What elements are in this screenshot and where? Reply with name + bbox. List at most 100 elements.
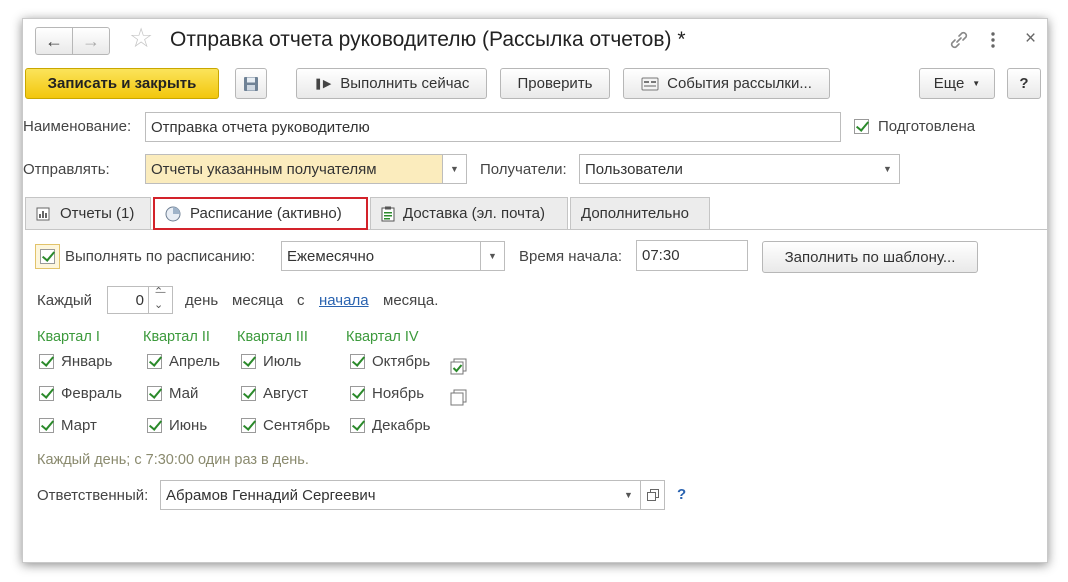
back-button[interactable]: ←: [35, 27, 73, 55]
month-label: Февраль: [61, 385, 122, 402]
send-label: Отправлять:: [23, 161, 110, 178]
clock-icon: [165, 206, 181, 221]
month-checkbox[interactable]: [350, 386, 365, 401]
save-and-close-button[interactable]: Записать и закрыть: [25, 68, 219, 99]
month-checkbox[interactable]: [241, 386, 256, 401]
save-button[interactable]: [235, 68, 267, 99]
window-title: Отправка отчета руководителю (Рассылка о…: [170, 28, 686, 51]
start-time-field[interactable]: 07:30: [636, 240, 748, 271]
prepared-checkbox[interactable]: [854, 119, 869, 134]
check-all-icon[interactable]: [450, 358, 468, 376]
tab-schedule-label: Расписание (активно): [190, 205, 342, 222]
month-label: Май: [169, 385, 199, 402]
recipients-dropdown-button[interactable]: ▼: [876, 154, 900, 184]
open-window-icon: [646, 489, 659, 501]
month-checkbox[interactable]: [147, 418, 162, 433]
month-label: Ноябрь: [372, 385, 425, 402]
quarter-4-heading: Квартал IV: [346, 329, 419, 345]
play-icon: ❚▶: [313, 78, 332, 90]
check-button[interactable]: Проверить: [500, 68, 610, 99]
month-suffix-label: месяца.: [383, 292, 439, 309]
month-checkbox[interactable]: [241, 354, 256, 369]
month-checkbox[interactable]: [350, 354, 365, 369]
responsible-label: Ответственный:: [37, 487, 149, 504]
more-label: Еще: [933, 75, 965, 92]
more-vertical-icon[interactable]: [989, 30, 997, 50]
month-checkbox[interactable]: [39, 386, 54, 401]
month-label: Январь: [61, 353, 113, 370]
uncheck-all-icon[interactable]: [450, 389, 468, 407]
quarter-2-heading: Квартал II: [143, 329, 210, 345]
start-of-month-link[interactable]: начала: [319, 292, 369, 309]
tab-additional[interactable]: Дополнительно: [570, 197, 710, 230]
month-checkbox[interactable]: [241, 418, 256, 433]
tab-reports[interactable]: Отчеты (1): [25, 197, 151, 230]
fill-by-template-button[interactable]: Заполнить по шаблону...: [762, 241, 978, 273]
month-label: Июль: [263, 353, 302, 370]
name-label: Наименование:: [23, 118, 132, 135]
send-dropdown-button[interactable]: ▼: [443, 154, 467, 184]
name-field[interactable]: Отправка отчета руководителю: [145, 112, 841, 142]
tab-delivery-label: Доставка (эл. почта): [403, 205, 545, 222]
mailing-events-label: События рассылки...: [667, 75, 812, 92]
run-on-schedule-checkbox[interactable]: [40, 249, 55, 264]
responsible-field[interactable]: Абрамов Геннадий Сергеевич: [160, 480, 618, 510]
responsible-dropdown-button[interactable]: ▼: [617, 480, 641, 510]
dropdown-arrow-icon: ▼: [972, 79, 981, 88]
month-label: Июнь: [169, 417, 208, 434]
period-select[interactable]: Ежемесячно: [281, 241, 481, 271]
chevron-down-icon: ▼: [883, 164, 892, 174]
month-checkbox[interactable]: [350, 418, 365, 433]
clipboard-icon: [381, 206, 395, 221]
every-label: Каждый: [37, 292, 93, 309]
month-label: Март: [61, 417, 97, 434]
month-label: Апрель: [169, 353, 220, 370]
mailing-events-button[interactable]: События рассылки...: [623, 68, 830, 99]
day-label: день: [185, 292, 219, 309]
arrow-right-icon: →: [82, 30, 100, 51]
month-label: Август: [263, 385, 309, 402]
schedule-summary: Каждый день; с 7:30:00 один раз в день.: [37, 452, 309, 468]
chevron-down-icon: ▼: [450, 164, 459, 174]
quarter-3-heading: Квартал III: [237, 329, 308, 345]
month-checkbox[interactable]: [147, 354, 162, 369]
tab-schedule[interactable]: Расписание (активно): [153, 197, 368, 230]
period-dropdown-button[interactable]: ▼: [481, 241, 505, 271]
day-number-value: 0: [135, 291, 144, 309]
forward-button[interactable]: →: [72, 27, 110, 55]
month-label: Декабрь: [372, 417, 431, 434]
floppy-disk-icon: [244, 76, 258, 91]
month-label: Октябрь: [372, 353, 431, 370]
tab-additional-label: Дополнительно: [581, 205, 689, 222]
run-now-label: Выполнить сейчас: [340, 75, 470, 92]
responsible-open-button[interactable]: [641, 480, 665, 510]
more-button[interactable]: Еще ▼: [919, 68, 995, 99]
event-log-icon: [641, 77, 659, 90]
chevron-down-icon: ▼: [624, 490, 633, 500]
chevron-down-icon: ▼: [488, 251, 497, 261]
month-checkbox[interactable]: [147, 386, 162, 401]
month-label: Сентябрь: [263, 417, 331, 434]
report-mailing-window: ← → ☆ Отправка отчета руководителю (Расс…: [22, 18, 1048, 563]
month-checkbox[interactable]: [39, 418, 54, 433]
recipients-label: Получатели:: [480, 161, 567, 178]
responsible-help-icon[interactable]: ?: [677, 486, 686, 503]
month-checkbox[interactable]: [39, 354, 54, 369]
stepper-plus-minus-icon: ⌃ ⌄: [154, 286, 164, 311]
link-icon[interactable]: [948, 29, 970, 51]
report-icon: [36, 207, 50, 220]
day-number-field[interactable]: 0: [107, 286, 149, 314]
run-now-button[interactable]: ❚▶ Выполнить сейчас: [296, 68, 487, 99]
send-select[interactable]: Отчеты указанным получателям: [145, 154, 443, 184]
month-word-label: месяца: [232, 292, 284, 309]
help-button[interactable]: ?: [1007, 68, 1041, 99]
favorite-star-icon[interactable]: ☆: [129, 23, 153, 54]
prepared-label: Подготовлена: [878, 118, 976, 135]
close-icon[interactable]: ×: [1025, 28, 1036, 50]
tab-delivery[interactable]: Доставка (эл. почта): [370, 197, 568, 230]
start-time-label: Время начала:: [519, 248, 623, 265]
tab-reports-label: Отчеты (1): [60, 205, 135, 222]
arrow-left-icon: ←: [45, 30, 63, 51]
quarter-1-heading: Квартал I: [37, 329, 100, 345]
recipients-select[interactable]: Пользователи: [579, 154, 877, 184]
